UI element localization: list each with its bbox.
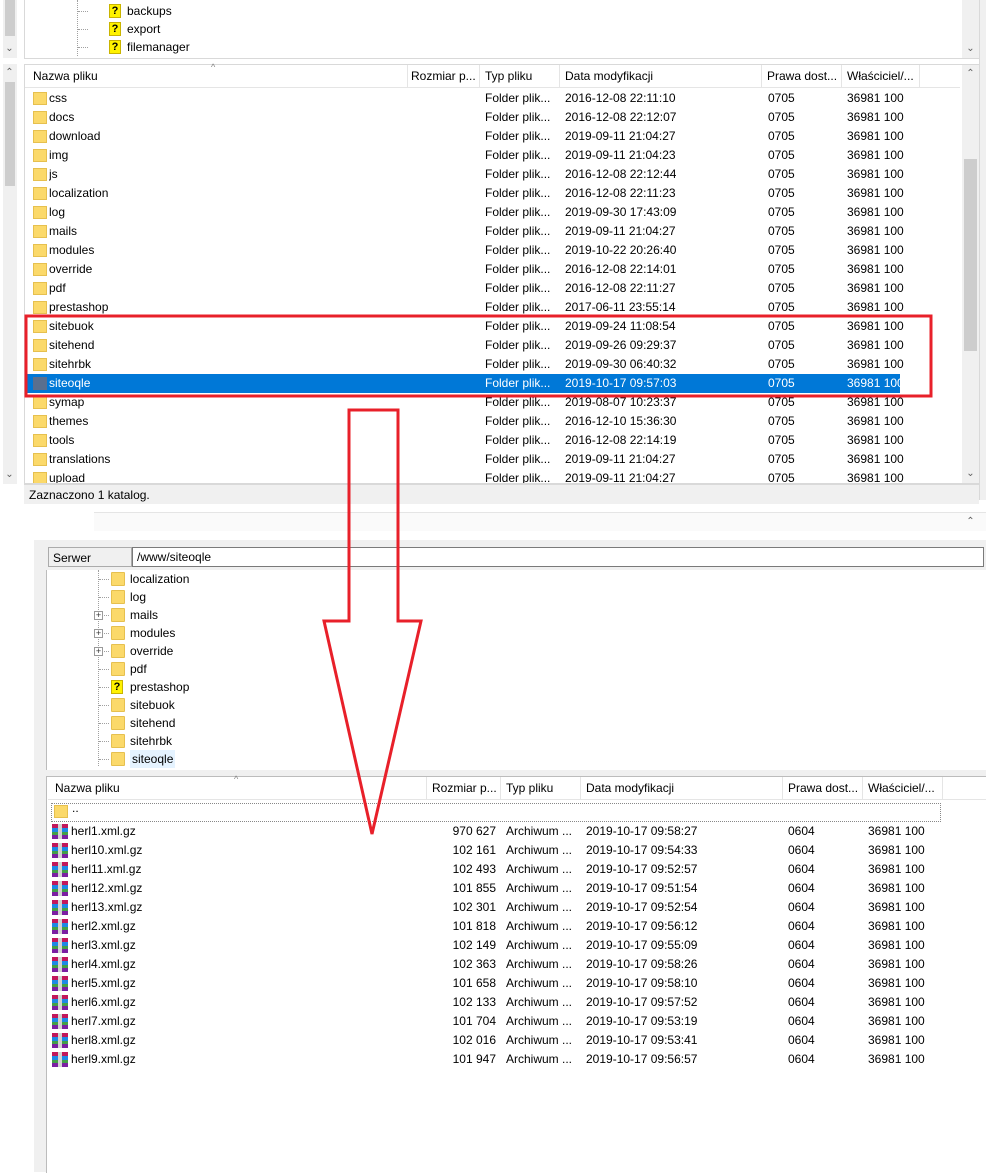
- highlight-rectangle: [24, 314, 933, 398]
- down-arrow-annotation: [322, 408, 423, 835]
- annotation-overlay: [24, 314, 933, 835]
